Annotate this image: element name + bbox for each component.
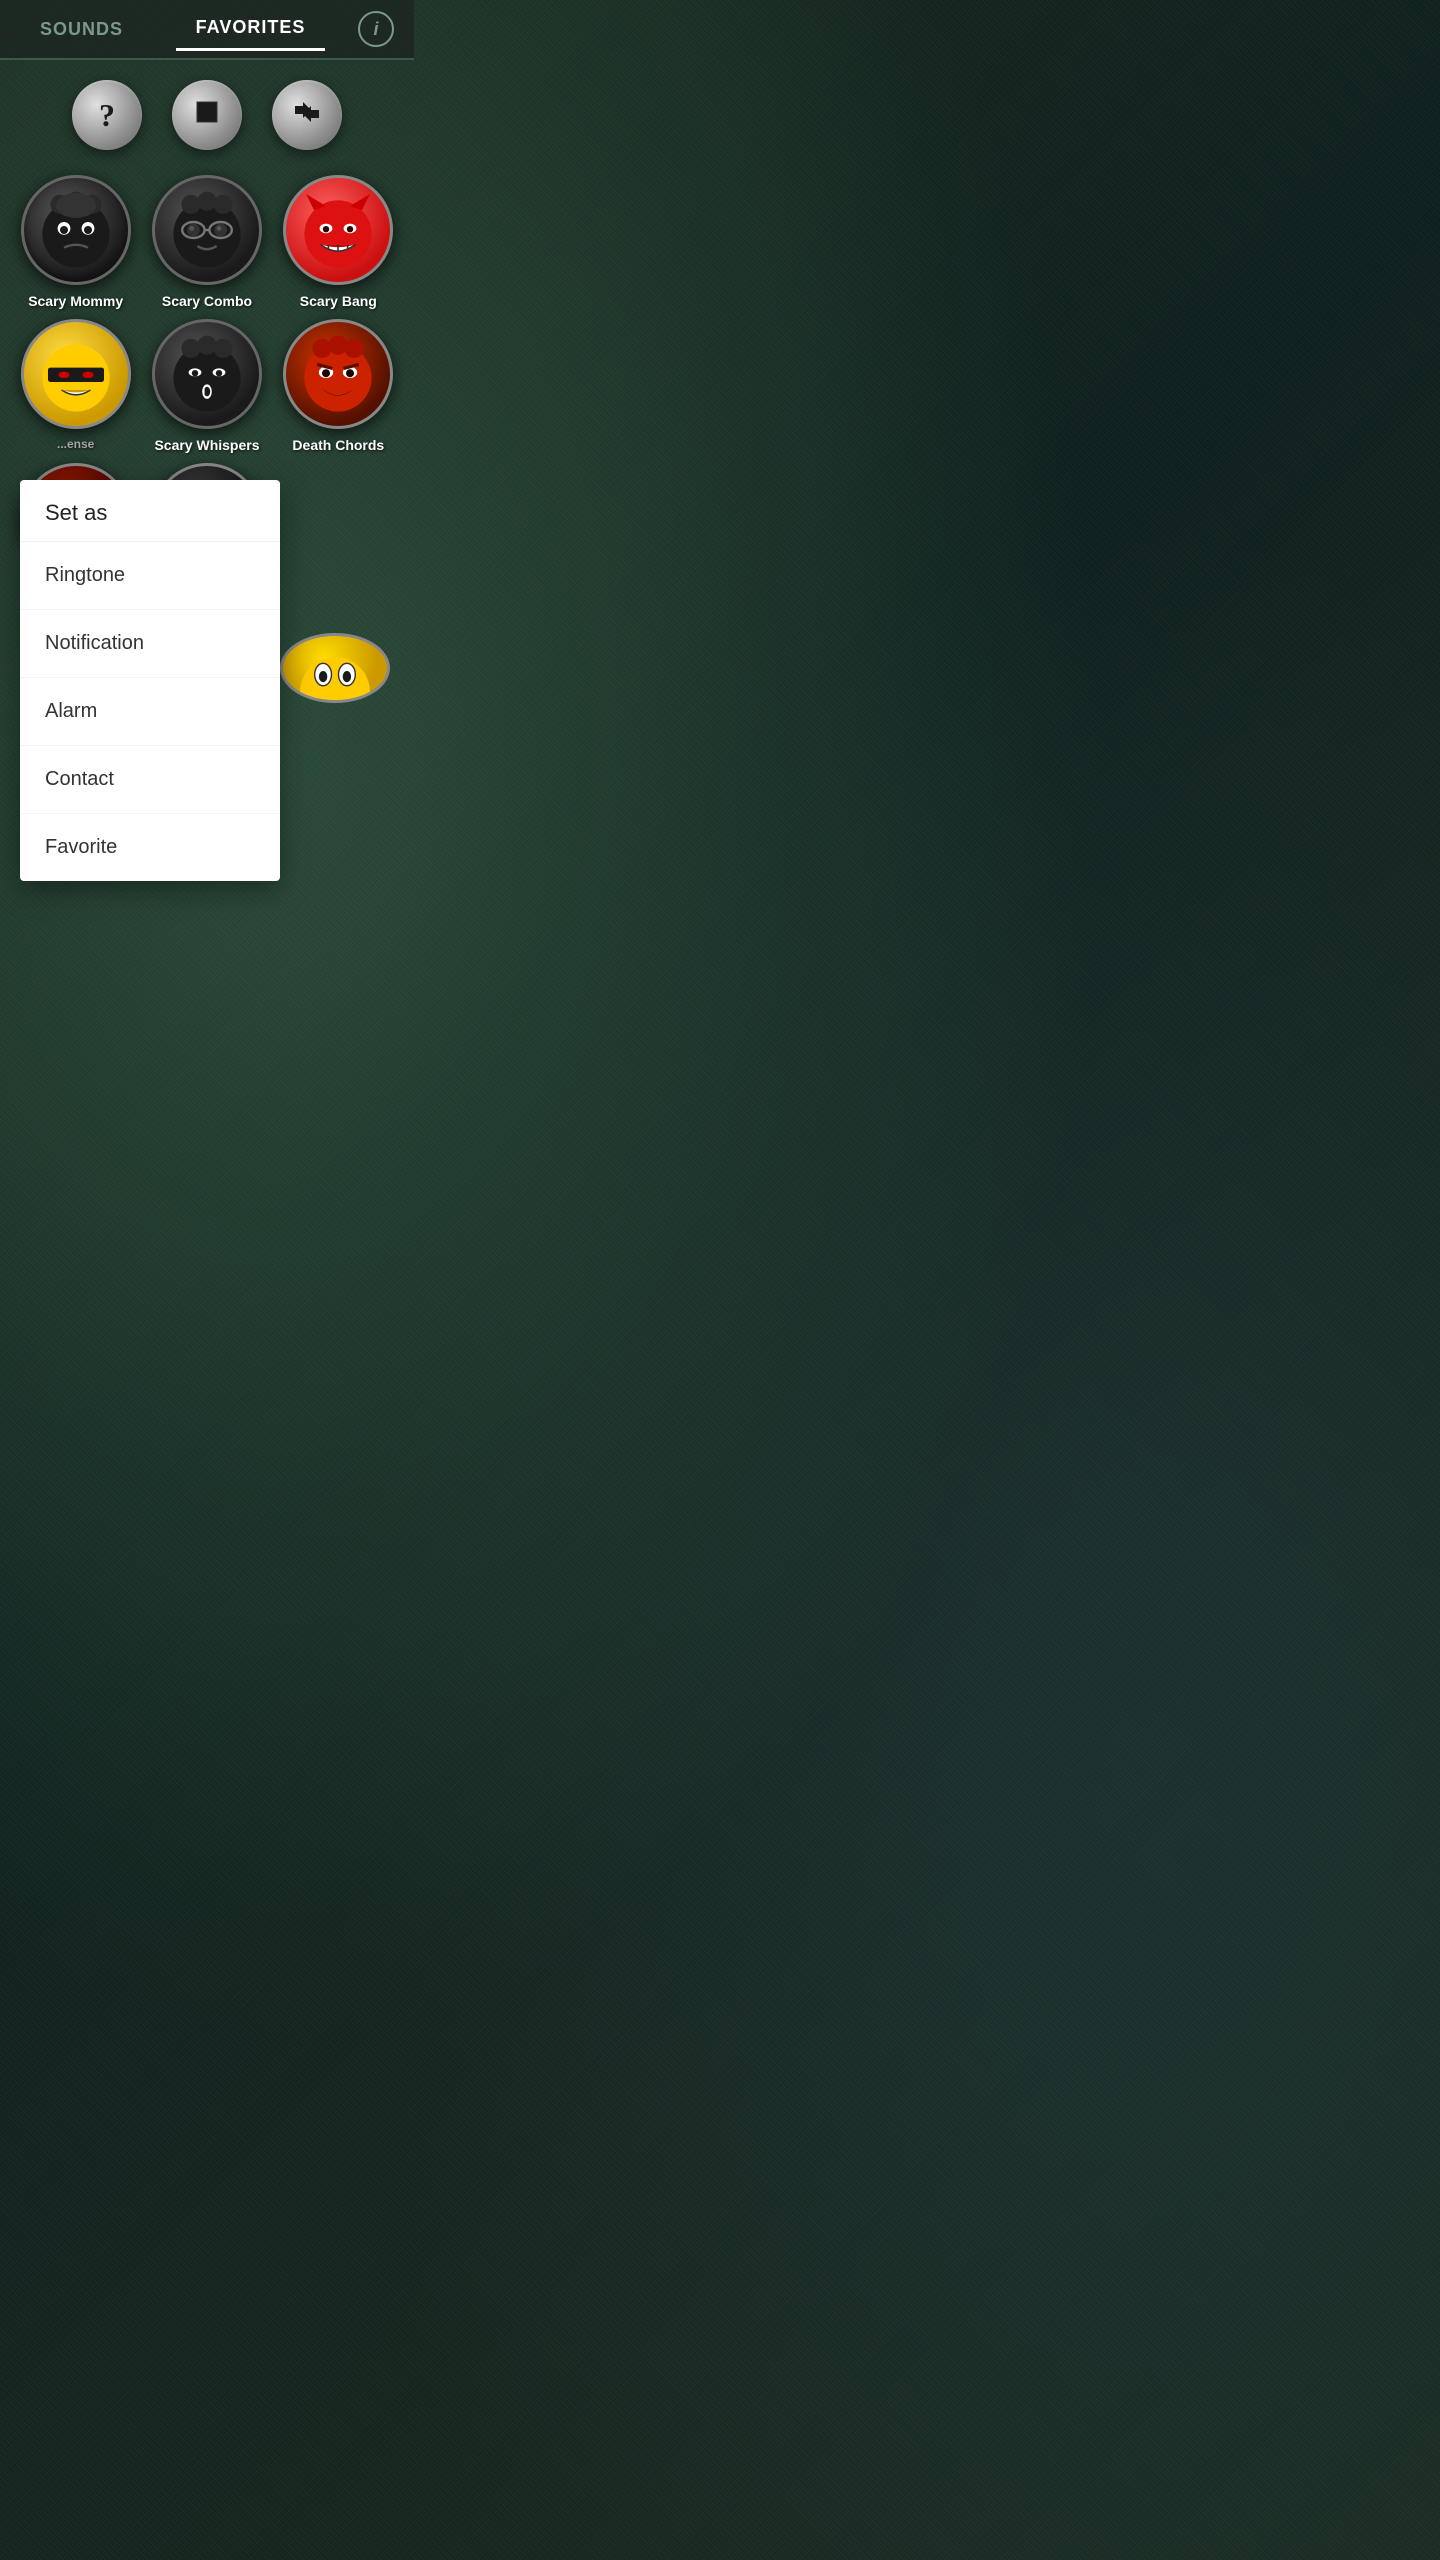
stop-icon (193, 98, 221, 133)
context-menu: Set as Ringtone Notification Alarm Conta… (20, 480, 280, 881)
stop-button[interactable] (172, 80, 242, 150)
sound-item-death-chords[interactable]: Death Chords (278, 319, 399, 453)
sound-item-scary-whispers[interactable]: Scary Whispers (146, 319, 267, 453)
context-menu-notification[interactable]: Notification (20, 610, 280, 678)
tab-sounds[interactable]: SOUNDS (20, 9, 143, 50)
repeat-button[interactable] (272, 80, 342, 150)
death-chords-label: Death Chords (292, 437, 384, 453)
sound-item-suspension[interactable]: ...ense (15, 319, 136, 453)
death-chords-icon (283, 319, 393, 429)
context-menu-ringtone[interactable]: Ringtone (20, 542, 280, 610)
sound-item-scary-bang[interactable]: Scary Bang (278, 175, 399, 309)
controls-row: ? (0, 60, 414, 160)
scary-bang-label: Scary Bang (300, 293, 377, 309)
context-menu-favorite[interactable]: Favorite (20, 814, 280, 881)
context-menu-header: Set as (20, 480, 280, 542)
context-menu-contact[interactable]: Contact (20, 746, 280, 814)
sound-item-scary-mommy[interactable]: Scary Mommy (15, 175, 136, 309)
scary-whispers-icon (152, 319, 262, 429)
repeat-icon (291, 96, 323, 135)
sound-item-scary-combo[interactable]: Scary Combo (146, 175, 267, 309)
tab-bar: SOUNDS FAVORITES i (0, 0, 414, 60)
scary-mommy-label: Scary Mommy (28, 293, 123, 309)
bottom-icon-3[interactable] (280, 633, 390, 703)
suspension-label: ...ense (57, 437, 94, 451)
scary-whispers-label: Scary Whispers (154, 437, 259, 453)
tab-favorites[interactable]: FAVORITES (176, 7, 326, 51)
scary-combo-label: Scary Combo (162, 293, 252, 309)
scary-mommy-icon (21, 175, 131, 285)
context-menu-alarm[interactable]: Alarm (20, 678, 280, 746)
help-icon: ? (99, 97, 115, 134)
info-icon: i (373, 19, 378, 40)
scary-bang-icon (283, 175, 393, 285)
help-button[interactable]: ? (72, 80, 142, 150)
info-button[interactable]: i (358, 11, 394, 47)
suspension-icon (21, 319, 131, 429)
scary-combo-icon (152, 175, 262, 285)
